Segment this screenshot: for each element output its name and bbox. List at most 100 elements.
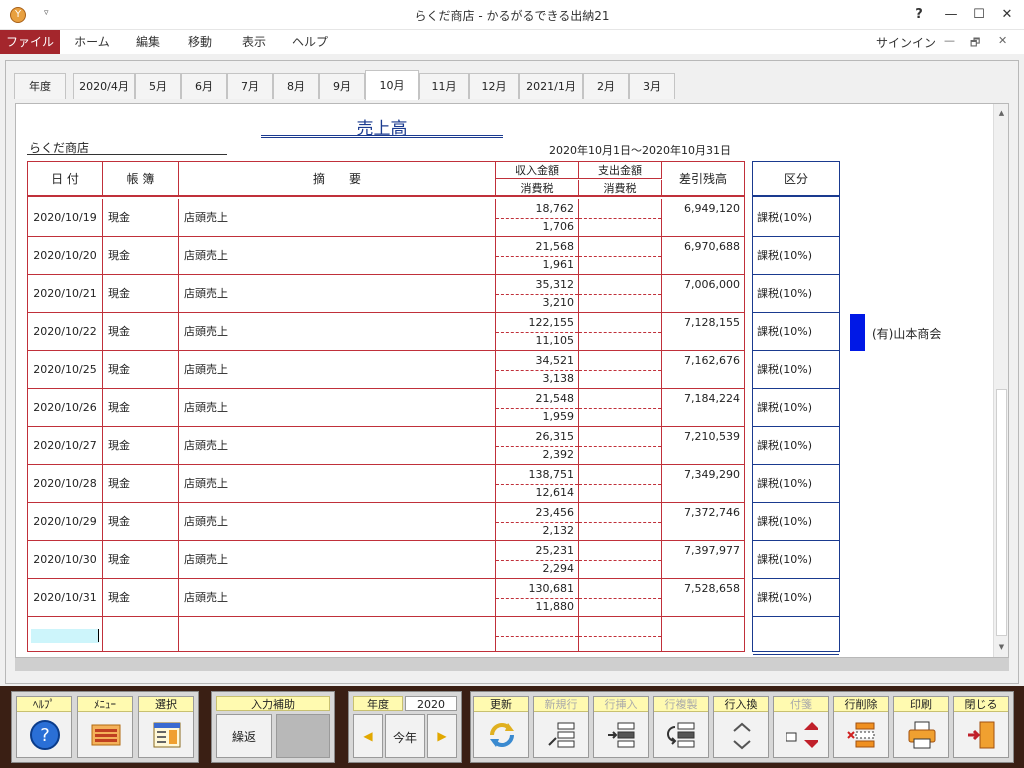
cell-book[interactable]: 現金 [103, 313, 179, 351]
cell-book[interactable]: 現金 [103, 541, 179, 579]
cell-description[interactable]: 店頭売上 [179, 579, 496, 617]
cell-income[interactable]: 23,456 2,132 [496, 503, 579, 541]
cell-book[interactable]: 現金 [103, 427, 179, 465]
tab-month[interactable]: 3月 [629, 73, 675, 99]
cell-date[interactable]: 2020/10/21 [28, 275, 103, 313]
cell-date[interactable]: 2020/10/19 [28, 199, 103, 237]
cell-book[interactable]: 現金 [103, 579, 179, 617]
cell-expense[interactable] [579, 427, 662, 465]
cell-expense[interactable] [579, 503, 662, 541]
tab-view[interactable]: 表示 [230, 30, 278, 54]
horizontal-scrollbar[interactable] [15, 658, 1009, 671]
cell-category[interactable]: 課税(10%) [753, 579, 839, 617]
new-entry-book-cell[interactable] [103, 617, 179, 651]
new-entry-date-cell[interactable] [28, 617, 103, 651]
tab-month[interactable]: 5月 [135, 73, 181, 99]
cell-income[interactable]: 21,568 1,961 [496, 237, 579, 275]
signin-link[interactable]: サインイン [876, 34, 936, 51]
new-entry-expense-cell[interactable] [579, 617, 662, 651]
cell-date[interactable]: 2020/10/28 [28, 465, 103, 503]
delete-row-button[interactable]: 行削除 [833, 696, 889, 758]
cell-book[interactable]: 現金 [103, 199, 179, 237]
prev-year-button[interactable]: ◀ [353, 714, 383, 758]
swap-row-button[interactable]: 行入換 [713, 696, 769, 758]
close-button[interactable]: 閉じる [953, 696, 1009, 758]
cell-expense[interactable] [579, 199, 662, 237]
new-entry-desc-cell[interactable] [179, 617, 496, 651]
cell-income[interactable]: 21,548 1,959 [496, 389, 579, 427]
cell-income[interactable]: 35,312 3,210 [496, 275, 579, 313]
ribbon-close-button[interactable]: ✕ [998, 34, 1007, 47]
help-icon[interactable]: ? [908, 4, 930, 26]
tab-month[interactable]: 12月 [469, 73, 519, 99]
cell-expense[interactable] [579, 465, 662, 503]
cell-category[interactable]: 課税(10%) [753, 351, 839, 389]
cell-date[interactable]: 2020/10/20 [28, 237, 103, 275]
cell-date[interactable]: 2020/10/30 [28, 541, 103, 579]
cell-income[interactable]: 18,762 1,706 [496, 199, 579, 237]
new-entry-category-cell[interactable] [753, 617, 839, 655]
cell-description[interactable]: 店頭売上 [179, 351, 496, 389]
cell-date[interactable]: 2020/10/29 [28, 503, 103, 541]
print-button[interactable]: 印刷 [893, 696, 949, 758]
cell-expense[interactable] [579, 541, 662, 579]
tab-month[interactable]: 9月 [319, 73, 365, 99]
new-entry-row[interactable] [28, 617, 744, 651]
cell-description[interactable]: 店頭売上 [179, 503, 496, 541]
table-row[interactable]: 2020/10/21 現金 店頭売上 35,312 3,210 7,006,000 [28, 275, 744, 313]
refresh-button[interactable]: 更新 [473, 696, 529, 758]
cell-category[interactable]: 課税(10%) [753, 389, 839, 427]
cell-book[interactable]: 現金 [103, 389, 179, 427]
cell-category[interactable]: 課税(10%) [753, 313, 839, 351]
new-row-button[interactable]: 新規行 [533, 696, 589, 758]
tab-month[interactable]: 2月 [583, 73, 629, 99]
insert-row-button[interactable]: 行挿入 [593, 696, 649, 758]
table-row[interactable]: 2020/10/27 現金 店頭売上 26,315 2,392 7,210,539 [28, 427, 744, 465]
tab-month[interactable]: 7月 [227, 73, 273, 99]
cell-date[interactable]: 2020/10/31 [28, 579, 103, 617]
tab-month[interactable]: 8月 [273, 73, 319, 99]
cell-income[interactable]: 122,155 11,105 [496, 313, 579, 351]
tab-month[interactable]: 2020/4月 [73, 73, 135, 99]
cell-book[interactable]: 現金 [103, 351, 179, 389]
tab-month-active[interactable]: 10月 [365, 70, 419, 100]
cell-category[interactable]: 課税(10%) [753, 275, 839, 313]
cell-book[interactable]: 現金 [103, 503, 179, 541]
select-button[interactable]: 選択 [138, 696, 194, 758]
tab-edit[interactable]: 編集 [124, 30, 172, 54]
cell-date[interactable]: 2020/10/22 [28, 313, 103, 351]
cell-description[interactable]: 店頭売上 [179, 427, 496, 465]
year-value[interactable]: 2020 [405, 696, 457, 711]
table-row[interactable]: 2020/10/25 現金 店頭売上 34,521 3,138 7,162,676 [28, 351, 744, 389]
cell-date[interactable]: 2020/10/26 [28, 389, 103, 427]
cell-income[interactable]: 138,751 12,614 [496, 465, 579, 503]
cell-book[interactable]: 現金 [103, 275, 179, 313]
cell-income[interactable]: 25,231 2,294 [496, 541, 579, 579]
date-input[interactable] [31, 629, 99, 643]
cell-description[interactable]: 店頭売上 [179, 313, 496, 351]
tab-move[interactable]: 移動 [176, 30, 224, 54]
tab-month[interactable]: 6月 [181, 73, 227, 99]
tab-help[interactable]: ヘルプ [284, 30, 336, 54]
close-window-button[interactable]: ✕ [996, 4, 1018, 26]
cell-expense[interactable] [579, 237, 662, 275]
cell-description[interactable]: 店頭売上 [179, 199, 496, 237]
tab-month[interactable]: 2021/1月 [519, 73, 583, 99]
cell-income[interactable]: 130,681 11,880 [496, 579, 579, 617]
table-row[interactable]: 2020/10/31 現金 店頭売上 130,681 11,880 7,528,658 [28, 579, 744, 617]
cell-book[interactable]: 現金 [103, 465, 179, 503]
table-row[interactable]: 2020/10/19 現金 店頭売上 18,762 1,706 6,949,120 [28, 199, 744, 237]
minimize-button[interactable]: — [940, 4, 962, 26]
cell-category[interactable]: 課税(10%) [753, 199, 839, 237]
ribbon-minimize-button[interactable]: — [944, 34, 955, 47]
cell-date[interactable]: 2020/10/25 [28, 351, 103, 389]
menu-button[interactable]: ﾒﾆｭｰ [77, 696, 133, 758]
cell-category[interactable]: 課税(10%) [753, 237, 839, 275]
cell-description[interactable]: 店頭売上 [179, 465, 496, 503]
table-row[interactable]: 2020/10/20 現金 店頭売上 21,568 1,961 6,970,688 [28, 237, 744, 275]
tab-file[interactable]: ファイル [0, 30, 60, 54]
table-row[interactable]: 2020/10/28 現金 店頭売上 138,751 12,614 7,349,290 [28, 465, 744, 503]
maximize-button[interactable]: ☐ [968, 4, 990, 26]
repeat-button[interactable]: 繰返 [216, 714, 272, 758]
cell-income[interactable]: 34,521 3,138 [496, 351, 579, 389]
